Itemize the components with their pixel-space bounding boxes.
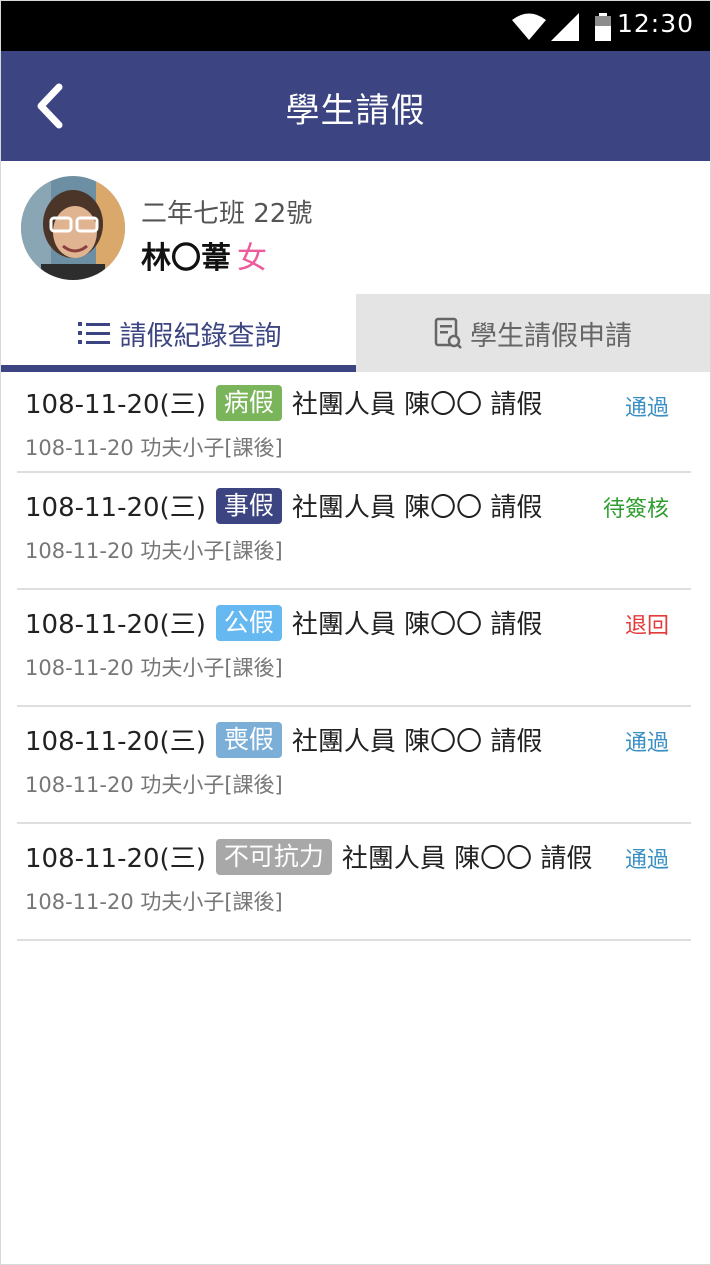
tab-leave-application[interactable]: 學生請假申請 [356, 294, 710, 372]
status-bar: 12:30 [1, 1, 710, 51]
record-detail: 108-11-20 功夫小子[課後] [25, 890, 283, 914]
clock: 12:30 [616, 9, 694, 38]
student-class: 二年七班 22號 [141, 199, 313, 229]
record-date: 108-11-20(三) [25, 610, 206, 640]
status-badge: 通過 [624, 731, 669, 756]
list-item[interactable]: 108-11-20(三) 公假 社團人員 陳〇〇 請假 108-11-20 功夫… [17, 590, 691, 707]
record-detail: 108-11-20 功夫小子[課後] [25, 436, 283, 460]
wifi-icon [512, 13, 546, 40]
record-date: 108-11-20(三) [25, 493, 206, 523]
student-name: 林〇葦 [141, 241, 231, 276]
list-item[interactable]: 108-11-20(三) 喪假 社團人員 陳〇〇 請假 108-11-20 功夫… [17, 707, 691, 824]
leave-type-badge: 事假 [215, 487, 282, 524]
record-main-line: 108-11-20(三) 不可抗力 社團人員 陳〇〇 請假 [25, 838, 592, 875]
record-detail: 108-11-20 功夫小子[課後] [25, 773, 283, 797]
status-badge: 通過 [624, 396, 669, 421]
record-description: 社團人員 陳〇〇 請假 [291, 390, 543, 420]
app-bar: 學生請假 [1, 51, 710, 161]
record-detail: 108-11-20 功夫小子[課後] [25, 656, 283, 680]
app-screen: 12:30 學生請假 二年七班 22號 林〇葦女 請假紀錄查詢 學生請假申請 1… [0, 0, 711, 1265]
record-description: 社團人員 陳〇〇 請假 [291, 610, 543, 640]
record-date: 108-11-20(三) [25, 727, 206, 757]
leave-record-list: 108-11-20(三) 病假 社團人員 陳〇〇 請假 108-11-20 功夫… [17, 372, 691, 941]
record-main-line: 108-11-20(三) 公假 社團人員 陳〇〇 請假 [25, 604, 542, 641]
status-badge: 通過 [624, 848, 669, 873]
record-description: 社團人員 陳〇〇 請假 [291, 493, 543, 523]
battery-icon [595, 13, 611, 41]
leave-type-badge: 病假 [215, 384, 282, 421]
record-main-line: 108-11-20(三) 喪假 社團人員 陳〇〇 請假 [25, 721, 542, 758]
tab-leave-application-label: 學生請假申請 [470, 320, 632, 352]
record-date: 108-11-20(三) [25, 390, 206, 420]
record-description: 社團人員 陳〇〇 請假 [291, 727, 543, 757]
leave-type-badge: 公假 [215, 604, 282, 641]
status-badge: 退回 [624, 614, 669, 639]
avatar [21, 176, 125, 280]
signal-icon [551, 13, 579, 41]
record-main-line: 108-11-20(三) 病假 社團人員 陳〇〇 請假 [25, 384, 542, 421]
record-main-line: 108-11-20(三) 事假 社團人員 陳〇〇 請假 [25, 487, 542, 524]
tab-bar: 請假紀錄查詢 學生請假申請 [1, 294, 710, 372]
page-title: 學生請假 [285, 91, 426, 131]
tab-leave-records[interactable]: 請假紀錄查詢 [1, 294, 356, 372]
leave-type-badge: 不可抗力 [215, 838, 332, 875]
list-item[interactable]: 108-11-20(三) 病假 社團人員 陳〇〇 請假 108-11-20 功夫… [17, 372, 691, 473]
leave-type-badge: 喪假 [215, 721, 282, 758]
list-item[interactable]: 108-11-20(三) 事假 社團人員 陳〇〇 請假 108-11-20 功夫… [17, 473, 691, 590]
student-name-line: 林〇葦女 [141, 233, 267, 277]
student-header: 二年七班 22號 林〇葦女 [1, 161, 710, 294]
form-icon [434, 317, 462, 349]
status-badge: 待簽核 [602, 497, 669, 522]
record-date: 108-11-20(三) [25, 844, 206, 874]
record-detail: 108-11-20 功夫小子[課後] [25, 539, 283, 563]
active-tab-indicator [1, 365, 356, 372]
list-icon [77, 322, 110, 344]
student-gender: 女 [237, 241, 267, 276]
tab-leave-records-label: 請假紀錄查詢 [119, 320, 282, 352]
list-item[interactable]: 108-11-20(三) 不可抗力 社團人員 陳〇〇 請假 108-11-20 … [17, 824, 691, 941]
record-description: 社團人員 陳〇〇 請假 [341, 844, 593, 874]
